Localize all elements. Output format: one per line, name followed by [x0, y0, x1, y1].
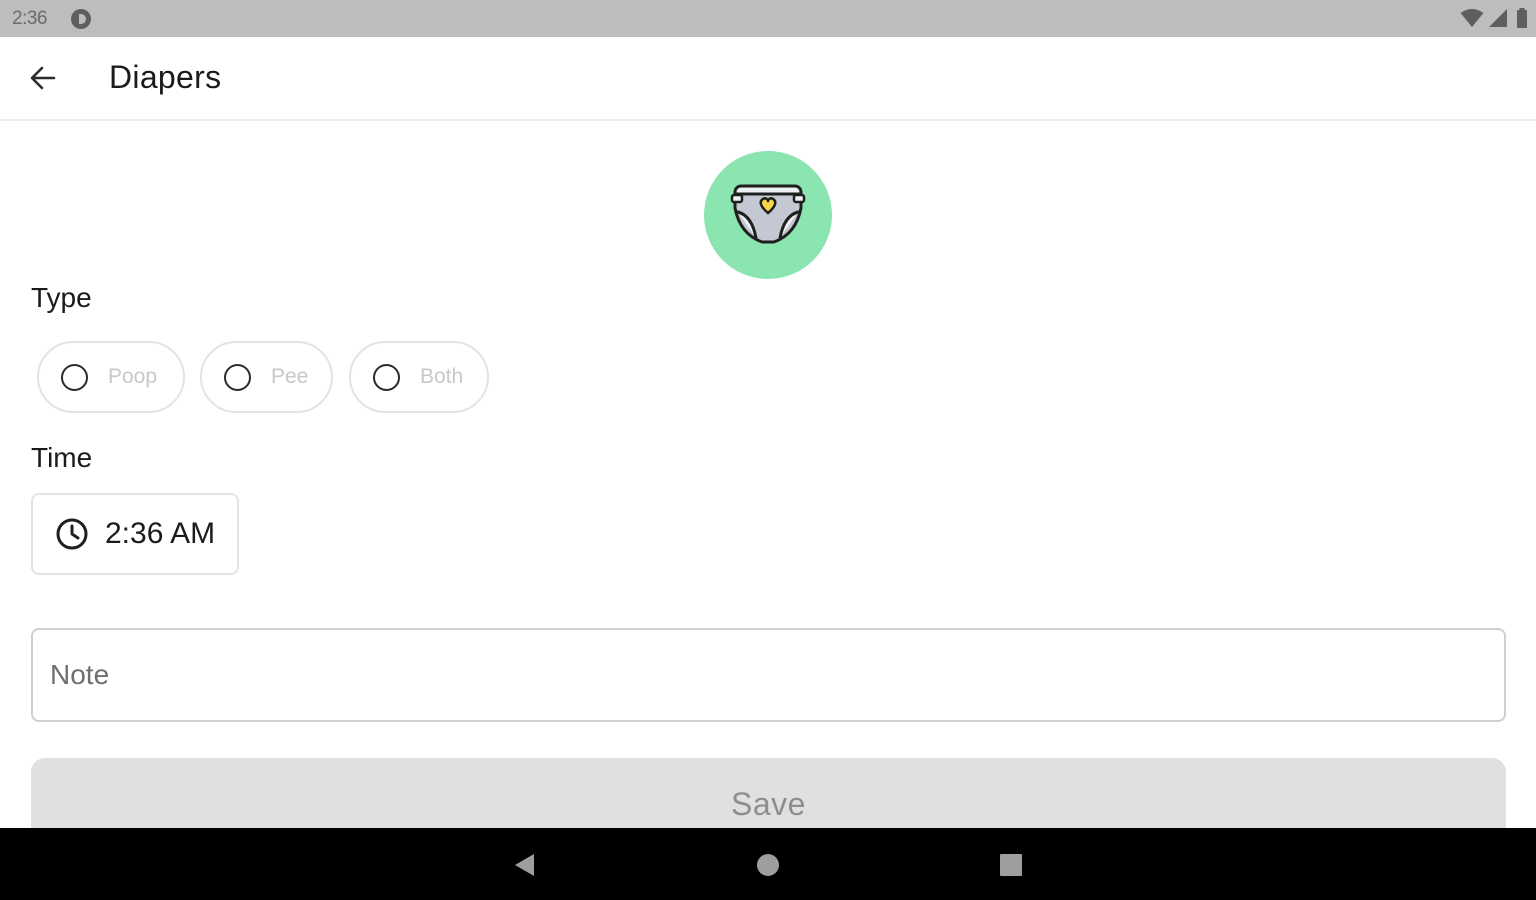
type-chip-both[interactable]: Both [349, 341, 489, 413]
battery-icon [1517, 8, 1527, 28]
time-picker-button[interactable]: 2:36 AM [31, 493, 239, 575]
back-button[interactable] [22, 57, 64, 99]
time-value: 2:36 AM [105, 517, 216, 550]
time-label: Time [31, 442, 93, 473]
screen: 2:36 Diapers Type Poop Pee Both Time 2:3… [0, 0, 1536, 900]
note-input[interactable] [31, 628, 1506, 722]
recents-square-icon[interactable] [998, 852, 1024, 878]
type-chip-poop[interactable]: Poop [37, 341, 185, 413]
arrow-left-icon [30, 66, 56, 90]
page-title: Diapers [109, 59, 222, 95]
diaper-icon [730, 184, 806, 244]
home-circle-icon[interactable] [755, 852, 781, 878]
radio-button-icon [224, 363, 251, 391]
chip-label: Pee [271, 365, 309, 388]
status-time: 2:36 [12, 8, 47, 29]
app-bar: Diapers [0, 37, 1536, 121]
signal-icon [1489, 9, 1507, 27]
radio-button-icon [373, 363, 400, 391]
type-chip-pee[interactable]: Pee [200, 341, 333, 413]
chip-label: Poop [108, 365, 158, 388]
clock-icon [56, 518, 88, 550]
status-bar: 2:36 [0, 0, 1536, 37]
app-notification-icon [71, 9, 91, 29]
back-triangle-icon[interactable] [512, 852, 538, 878]
wifi-icon [1460, 9, 1484, 27]
radio-button-icon [61, 363, 88, 391]
type-label: Type [31, 282, 92, 313]
chip-label: Both [420, 365, 464, 388]
hero-avatar [704, 151, 832, 279]
system-nav-bar [0, 828, 1536, 900]
